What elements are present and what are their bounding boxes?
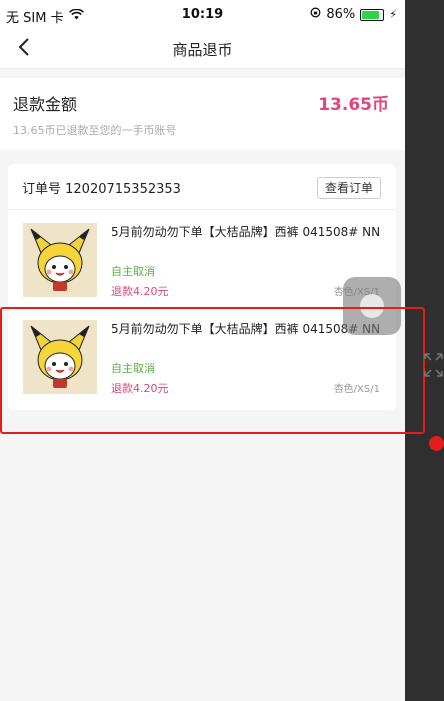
- status-bar: 无 SIM 卡 10:19 86% ⚡: [0, 0, 405, 30]
- battery-fill: [362, 10, 380, 19]
- rotation-lock-icon: [310, 7, 321, 22]
- nav-bar: 商品退币: [0, 30, 405, 69]
- status-right: 86% ⚡: [310, 7, 397, 22]
- charging-icon: ⚡: [389, 8, 397, 21]
- refund-note: 13.65币已退款至您的一手币账号: [13, 124, 177, 137]
- item-status: 自主取消: [111, 265, 155, 278]
- page-title: 商品退币: [172, 41, 233, 59]
- order-header: 订单号 12020715352353 查看订单: [8, 164, 396, 210]
- order-number: 订单号 12020715352353: [22, 182, 181, 197]
- order-item[interactable]: 5月前勿动勿下单【大桔品牌】西裤 041508# NN 自主取消 退款4.20元…: [8, 210, 396, 307]
- record-indicator-dot: [429, 436, 444, 451]
- battery-percent: 86%: [326, 7, 356, 22]
- refund-label: 退款金额: [13, 95, 78, 114]
- view-order-button[interactable]: 查看订单: [316, 177, 381, 199]
- item-refund: 退款4.20元: [111, 285, 169, 298]
- item-title: 5月前勿动勿下单【大桔品牌】西裤 041508# NN: [111, 225, 381, 239]
- refund-summary: 退款金额 13.65币 13.65币已退款至您的一手币账号: [0, 78, 405, 150]
- expand-icon[interactable]: [423, 352, 444, 378]
- product-image: [23, 223, 97, 297]
- battery-icon: [360, 8, 385, 21]
- refund-amount: 13.65币: [318, 95, 389, 115]
- selection-highlight: [0, 307, 425, 434]
